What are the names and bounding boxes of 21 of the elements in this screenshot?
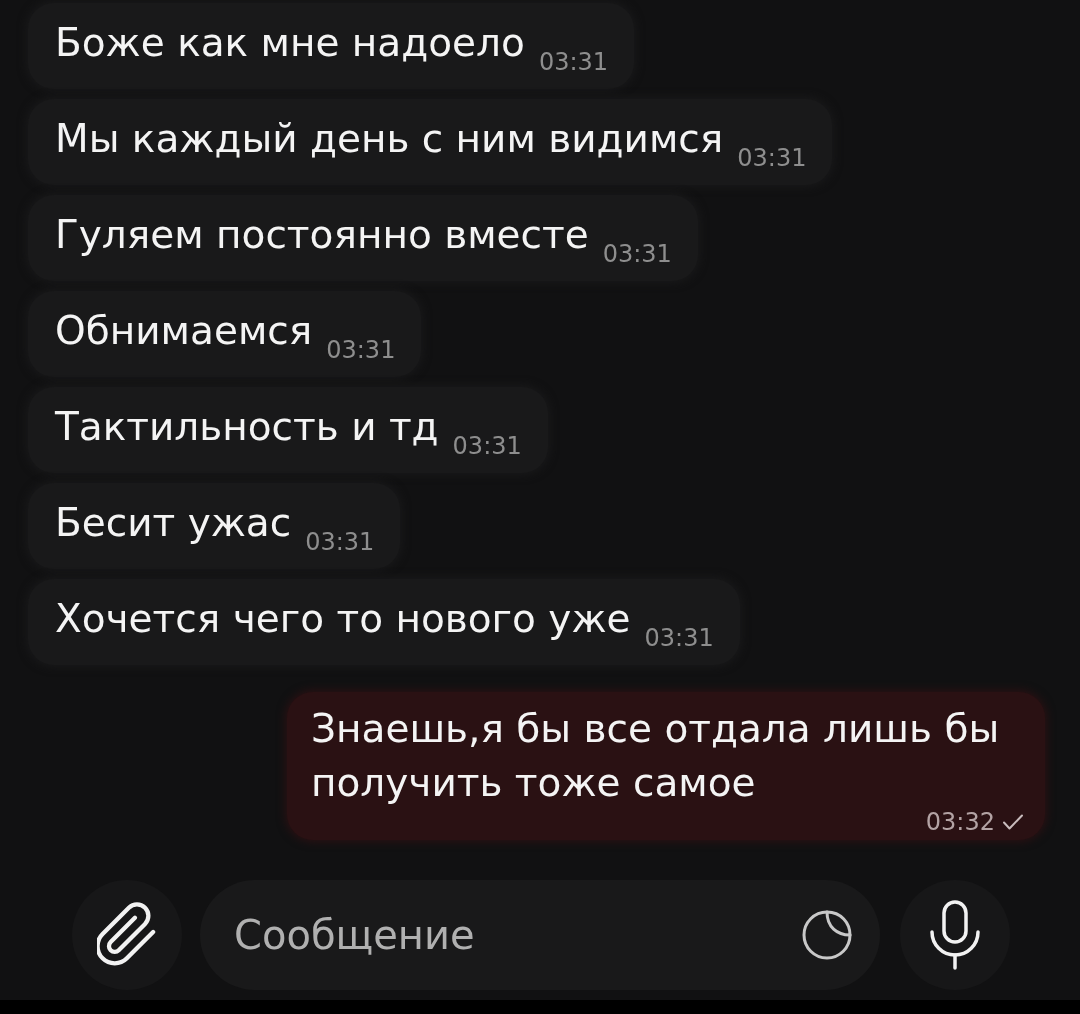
message-time: 03:31 [305,530,375,554]
message-text: Хочется чего то нового уже [55,596,631,641]
message-time: 03:31 [326,338,396,362]
message-time: 03:31 [737,146,807,170]
message-text: Тактильность и тд [55,404,439,449]
message-text: Знаешь,я бы все отдала лишь бы получить тоже самое [311,705,1001,807]
paperclip-icon [97,902,157,968]
message-time: 03:31 [538,50,609,74]
message-text: Бесит ужас [55,500,292,545]
microphone-icon [929,900,981,970]
message-text: Гуляем постоянно вместе [55,212,589,257]
message-field[interactable]: Сообщение [200,880,880,990]
message-time: 03:31 [644,626,714,650]
message-text: Мы каждый день с ним видимся [55,116,724,161]
message-input[interactable]: Сообщение [234,911,785,959]
message-time: 03:31 [602,242,672,266]
message-text: Обнимаемся [55,308,313,353]
message-text: Боже как мне надоело [55,20,525,65]
message-time: 03:31 [452,434,522,458]
message-time: 03:32 [925,810,995,834]
sticker-icon[interactable] [801,909,853,961]
